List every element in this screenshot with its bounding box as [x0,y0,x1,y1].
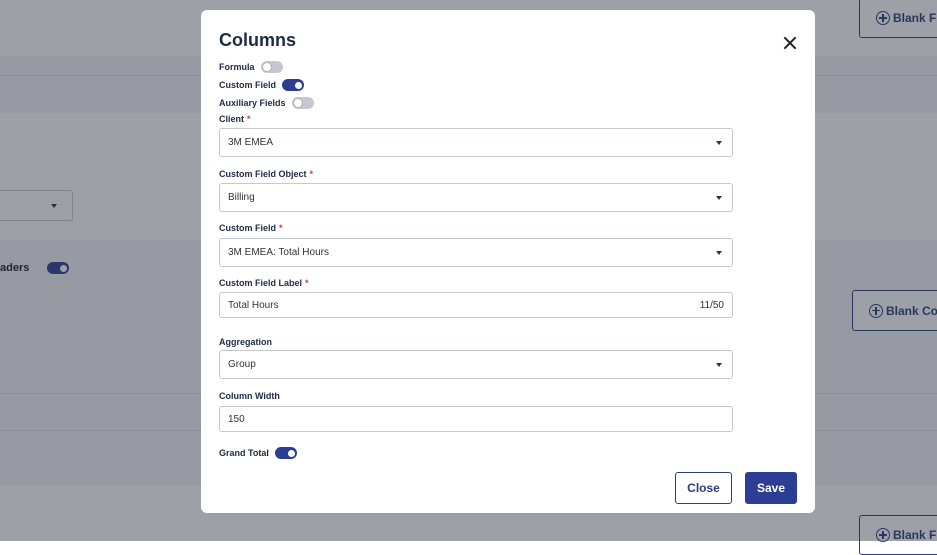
auxiliary-fields-toggle[interactable] [291,97,314,109]
aggregation-value: Group [228,359,256,370]
formula-toggle[interactable] [260,61,283,73]
close-icon[interactable] [783,36,797,50]
chevron-down-icon [716,250,722,255]
custom-field-label-input[interactable]: Total Hours 11/50 [219,292,733,318]
custom-field-label-label: Custom Field Label * [219,278,309,288]
formula-label: Formula [219,62,255,72]
columns-dialog: Columns Formula Custom Field Auxiliary F… [201,10,815,513]
grand-total-toggle-row: Grand Total [219,447,297,459]
client-value: 3M EMEA [228,137,274,148]
character-counter: 11/50 [699,299,724,311]
grand-total-label: Grand Total [219,448,269,458]
client-label: Client * [219,114,251,124]
grand-total-toggle[interactable] [274,447,297,459]
chevron-down-icon [716,362,722,367]
formula-toggle-row: Formula [219,61,283,73]
custom-field-object-label: Custom Field Object * [219,169,314,179]
custom-field-label-value: Total Hours [228,299,279,311]
aggregation-label: Aggregation [219,337,272,347]
close-button[interactable]: Close [675,472,732,504]
custom-field-value: 3M EMEA: Total Hours [228,247,329,258]
auxiliary-fields-label: Auxiliary Fields [219,98,286,108]
custom-field-object-select[interactable]: Billing [219,183,733,212]
column-width-value: 150 [228,413,245,425]
custom-field-object-value: Billing [228,192,255,203]
custom-field-toggle-label: Custom Field [219,80,277,90]
custom-field-toggle-row: Custom Field [219,79,305,91]
custom-field-select[interactable]: 3M EMEA: Total Hours [219,238,733,267]
save-button[interactable]: Save [745,472,797,504]
column-width-label: Column Width [219,391,280,401]
chevron-down-icon [716,140,722,145]
aggregation-select[interactable]: Group [219,350,733,379]
column-width-input[interactable]: 150 [219,406,733,432]
custom-field-label: Custom Field * [219,223,283,233]
custom-field-toggle[interactable] [282,79,305,91]
chevron-down-icon [716,195,722,200]
auxiliary-fields-toggle-row: Auxiliary Fields [219,97,314,109]
client-select[interactable]: 3M EMEA [219,128,733,157]
dialog-title: Columns [219,30,297,50]
